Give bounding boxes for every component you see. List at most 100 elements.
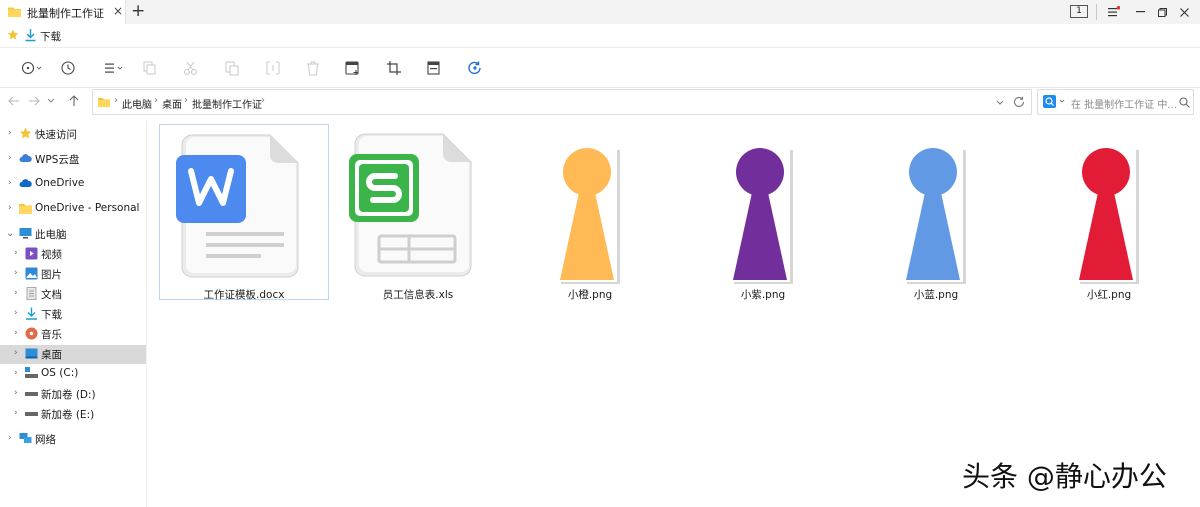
chevron-right-icon[interactable]: › — [14, 348, 18, 358]
search-engine-icon[interactable] — [1043, 95, 1069, 109]
rename-button[interactable] — [262, 58, 284, 78]
refresh-icon[interactable] — [1013, 96, 1025, 108]
navigation-pane: › 快速访问 › WPS云盘 › OneDrive › OneDrive - P… — [0, 120, 147, 507]
close-window-icon[interactable] — [1180, 8, 1189, 17]
sidebar-item-wps-cloud[interactable]: › WPS云盘 — [0, 150, 146, 168]
sidebar-item-network[interactable]: › 网络 — [0, 430, 146, 448]
breadcrumb-separator-icon: › — [154, 95, 158, 106]
forward-icon[interactable] — [28, 96, 40, 106]
file-name[interactable]: 小蓝.png — [851, 287, 1021, 302]
cloud-icon — [19, 179, 32, 187]
title-bar: 批量制作工作证 × + 1 — [0, 0, 1200, 24]
file-item-orange-png[interactable] — [505, 124, 675, 300]
tab-title: 批量制作工作证 — [27, 7, 104, 20]
chevron-right-icon[interactable]: › — [8, 153, 12, 163]
chevron-right-icon[interactable]: › — [14, 368, 18, 378]
history-dropdown-icon[interactable] — [47, 98, 55, 104]
sidebar-item-desktop[interactable]: › 桌面 — [0, 345, 146, 364]
properties-icon — [427, 61, 440, 75]
desktop-icon — [25, 348, 38, 359]
chevron-right-icon[interactable]: › — [8, 433, 12, 443]
crop-button[interactable] — [383, 58, 405, 78]
chevron-right-icon[interactable]: › — [8, 203, 12, 213]
cut-button[interactable] — [180, 58, 202, 78]
pawn-image-icon — [558, 148, 620, 284]
list-view-icon — [105, 63, 123, 73]
search-box[interactable]: 在 批量制作工作证 中... — [1037, 89, 1194, 115]
paste-button[interactable] — [221, 58, 243, 78]
file-name[interactable]: 小紫.png — [678, 287, 848, 302]
view-mode-button[interactable] — [20, 58, 46, 78]
clock-dropdown-icon — [21, 61, 42, 75]
chevron-right-icon[interactable]: › — [14, 248, 18, 258]
file-name[interactable]: 小橙.png — [505, 287, 675, 302]
rename-icon — [266, 61, 280, 75]
chevron-right-icon[interactable]: › — [14, 308, 18, 318]
breadcrumb-separator-icon: › — [114, 95, 118, 106]
copy-button[interactable] — [139, 58, 161, 78]
pawn-image-icon — [731, 148, 793, 284]
toolbar — [0, 48, 1200, 88]
back-icon[interactable] — [8, 96, 20, 106]
watermark-text: 头条 @静心办公 — [962, 460, 1167, 493]
sidebar-item-drive-c[interactable]: › OS (C:) — [0, 365, 146, 383]
sidebar-item-this-pc[interactable]: ⌄ 此电脑 — [0, 225, 146, 243]
document-icon — [26, 287, 37, 300]
sidebar-item-documents[interactable]: › 文档 — [0, 285, 146, 303]
breadcrumb-desktop[interactable]: 桌面 — [162, 96, 182, 111]
delete-button[interactable] — [302, 58, 324, 78]
file-item-blue-png[interactable] — [851, 124, 1021, 300]
download-icon — [25, 29, 36, 42]
file-name[interactable]: 员工信息表.xls — [333, 287, 503, 302]
favorites-star-icon[interactable] — [7, 29, 19, 41]
chevron-down-icon[interactable]: ⌄ — [6, 228, 14, 239]
chevron-right-icon[interactable]: › — [8, 128, 12, 138]
scissors-icon — [184, 61, 197, 75]
search-input[interactable]: 在 批量制作工作证 中... — [1071, 96, 1177, 111]
recent-button[interactable] — [58, 58, 80, 78]
properties-button[interactable] — [423, 58, 445, 78]
sidebar-item-videos[interactable]: › 视频 — [0, 245, 146, 263]
sidebar-item-drive-e[interactable]: › 新加卷 (E:) — [0, 405, 146, 423]
star-icon — [19, 127, 32, 139]
refresh-button[interactable] — [464, 58, 486, 78]
chevron-right-icon[interactable]: › — [14, 388, 18, 398]
chevron-right-icon[interactable]: › — [14, 328, 18, 338]
new-tab-button[interactable]: + — [131, 1, 145, 21]
menu-icon[interactable] — [1108, 6, 1120, 18]
sidebar-item-pictures[interactable]: › 图片 — [0, 265, 146, 283]
layout-button[interactable] — [102, 58, 128, 78]
new-window-button[interactable] — [342, 58, 364, 78]
tab-close-button[interactable]: × — [113, 4, 123, 18]
chevron-right-icon[interactable]: › — [8, 178, 12, 188]
chevron-right-icon[interactable]: › — [14, 288, 18, 298]
up-icon[interactable] — [69, 95, 79, 107]
file-name[interactable]: 小红.png — [1024, 287, 1194, 302]
sidebar-item-downloads[interactable]: › 下载 — [0, 305, 146, 323]
sidebar-item-label: 新加卷 (E:) — [41, 409, 95, 421]
sidebar-item-drive-d[interactable]: › 新加卷 (D:) — [0, 385, 146, 403]
file-item-docx[interactable] — [159, 124, 329, 300]
file-item-purple-png[interactable] — [678, 124, 848, 300]
address-bar[interactable]: › 此电脑 › 桌面 › 批量制作工作证 › — [92, 89, 1032, 115]
file-item-xls[interactable] — [333, 124, 503, 300]
page-number-indicator[interactable]: 1 — [1070, 5, 1088, 18]
sidebar-item-music[interactable]: › 音乐 — [0, 325, 146, 343]
restore-icon[interactable] — [1158, 8, 1167, 17]
breadcrumb-this-pc[interactable]: 此电脑 — [122, 96, 152, 111]
sidebar-item-quick-access[interactable]: › 快速访问 — [0, 125, 146, 143]
search-icon[interactable] — [1179, 97, 1190, 108]
minimize-icon[interactable] — [1136, 11, 1145, 13]
file-item-red-png[interactable] — [1024, 124, 1194, 300]
file-name[interactable]: 工作证模板.docx — [159, 287, 329, 302]
chevron-right-icon[interactable]: › — [14, 268, 18, 278]
tab-active[interactable]: 批量制作工作证 × — [0, 0, 126, 24]
folder-icon — [98, 98, 110, 107]
sidebar-item-onedrive-personal[interactable]: › OneDrive - Personal — [0, 200, 146, 218]
breadcrumb-current-folder[interactable]: 批量制作工作证 — [192, 96, 262, 111]
sidebar-item-onedrive[interactable]: › OneDrive — [0, 175, 146, 193]
video-icon — [25, 247, 38, 260]
sidebar-item-label: 图片 — [41, 269, 62, 281]
chevron-right-icon[interactable]: › — [14, 408, 18, 418]
address-dropdown-icon[interactable] — [996, 100, 1004, 106]
